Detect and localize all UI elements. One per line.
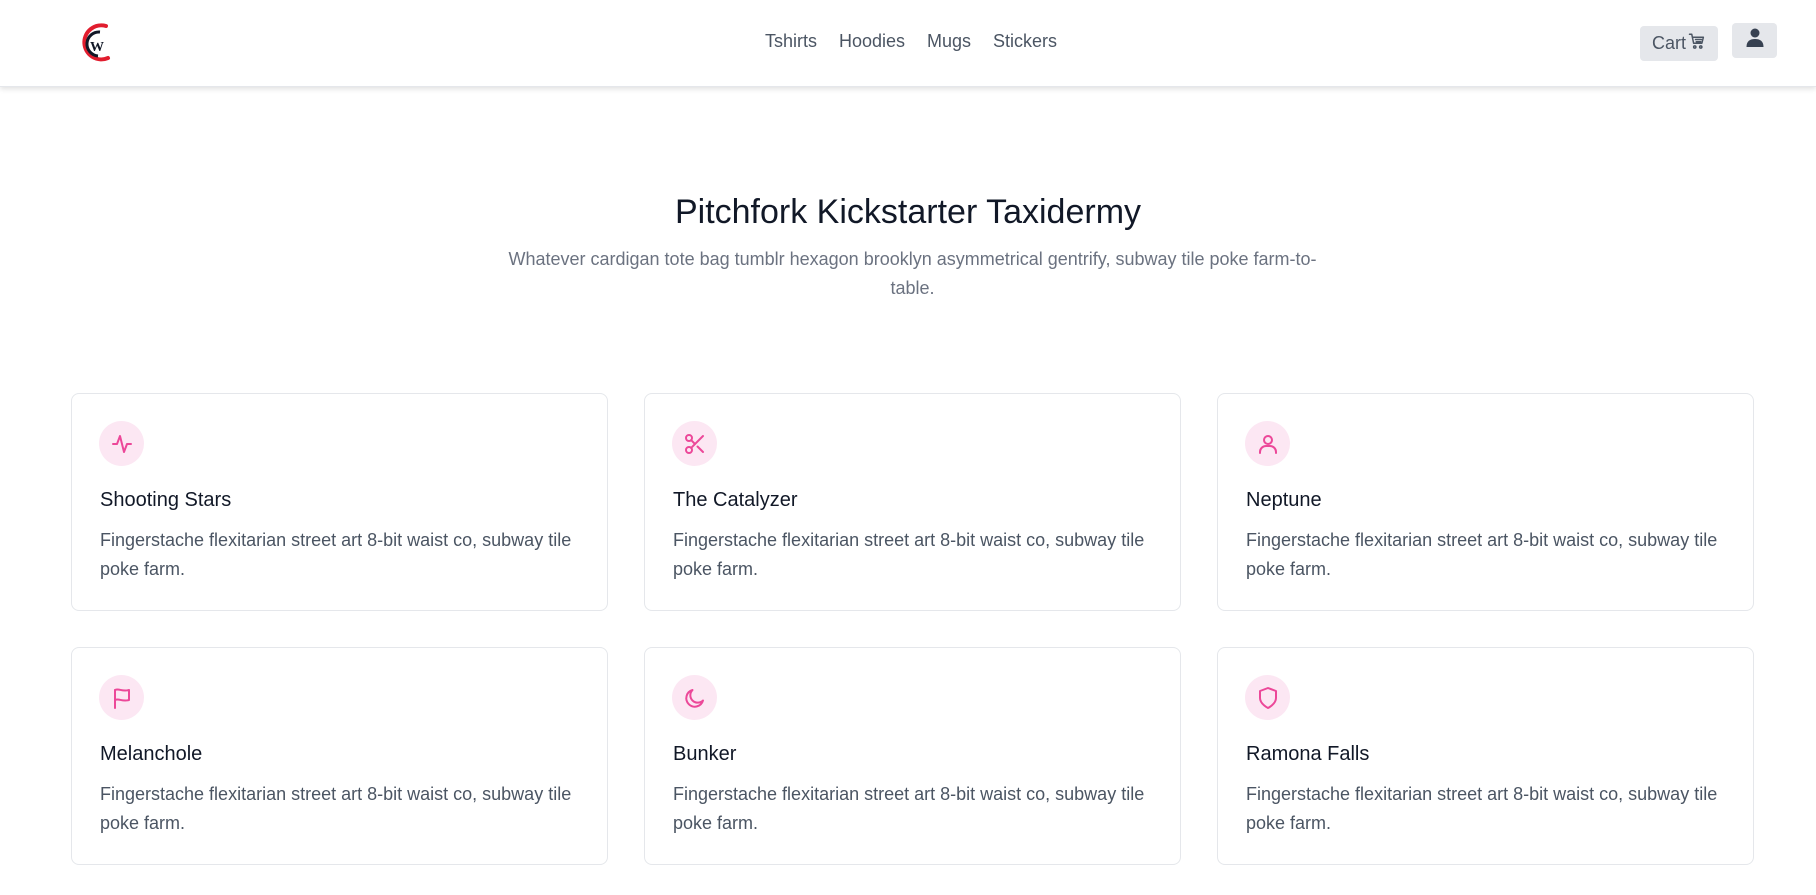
card-title: Ramona Falls [1246, 743, 1370, 765]
cart-button[interactable]: Cart [1640, 26, 1718, 61]
cart-icon [1688, 32, 1706, 55]
card-title: Neptune [1246, 489, 1322, 511]
feature-card: Shooting Stars Fingerstache flexitarian … [71, 393, 608, 611]
cart-label: Cart [1651, 33, 1686, 53]
activity-icon [99, 421, 144, 466]
card-text: Fingerstache flexitarian street art 8-bi… [1246, 784, 1718, 833]
feature-card: Bunker Fingerstache flexitarian street a… [644, 647, 1181, 865]
card-title: Melanchole [100, 743, 203, 765]
user-icon [1746, 28, 1764, 53]
flag-icon [99, 675, 144, 720]
site-header: W Tshirts Hoodies Mugs Stickers Cart [0, 0, 1816, 87]
account-button[interactable] [1732, 23, 1777, 58]
moon-icon [672, 675, 717, 720]
feature-card: Neptune Fingerstache flexitarian street … [1217, 393, 1754, 611]
shield-icon [1245, 675, 1290, 720]
page-subtitle: Whatever cardigan tote bag tumblr hexago… [508, 249, 1317, 298]
card-title: Bunker [673, 743, 737, 765]
card-text: Fingerstache flexitarian street art 8-bi… [100, 530, 572, 579]
main-nav: Tshirts Hoodies Mugs Stickers [0, 31, 1816, 52]
card-text: Fingerstache flexitarian street art 8-bi… [100, 784, 572, 833]
nav-link-tshirts[interactable]: Tshirts [765, 31, 817, 52]
card-text: Fingerstache flexitarian street art 8-bi… [673, 784, 1145, 833]
card-text: Fingerstache flexitarian street art 8-bi… [1246, 530, 1718, 579]
user-icon [1245, 421, 1290, 466]
card-title: The Catalyzer [673, 489, 798, 511]
feature-card: Ramona Falls Fingerstache flexitarian st… [1217, 647, 1754, 865]
nav-link-stickers[interactable]: Stickers [993, 31, 1057, 52]
nav-link-mugs[interactable]: Mugs [927, 31, 971, 52]
scissors-icon [672, 421, 717, 466]
page-title: Pitchfork Kickstarter Taxidermy [674, 193, 1142, 231]
feature-card: The Catalyzer Fingerstache flexitarian s… [644, 393, 1181, 611]
nav-link-hoodies[interactable]: Hoodies [839, 31, 905, 52]
card-text: Fingerstache flexitarian street art 8-bi… [673, 530, 1145, 579]
card-title: Shooting Stars [100, 489, 232, 511]
feature-card: Melanchole Fingerstache flexitarian stre… [71, 647, 608, 865]
